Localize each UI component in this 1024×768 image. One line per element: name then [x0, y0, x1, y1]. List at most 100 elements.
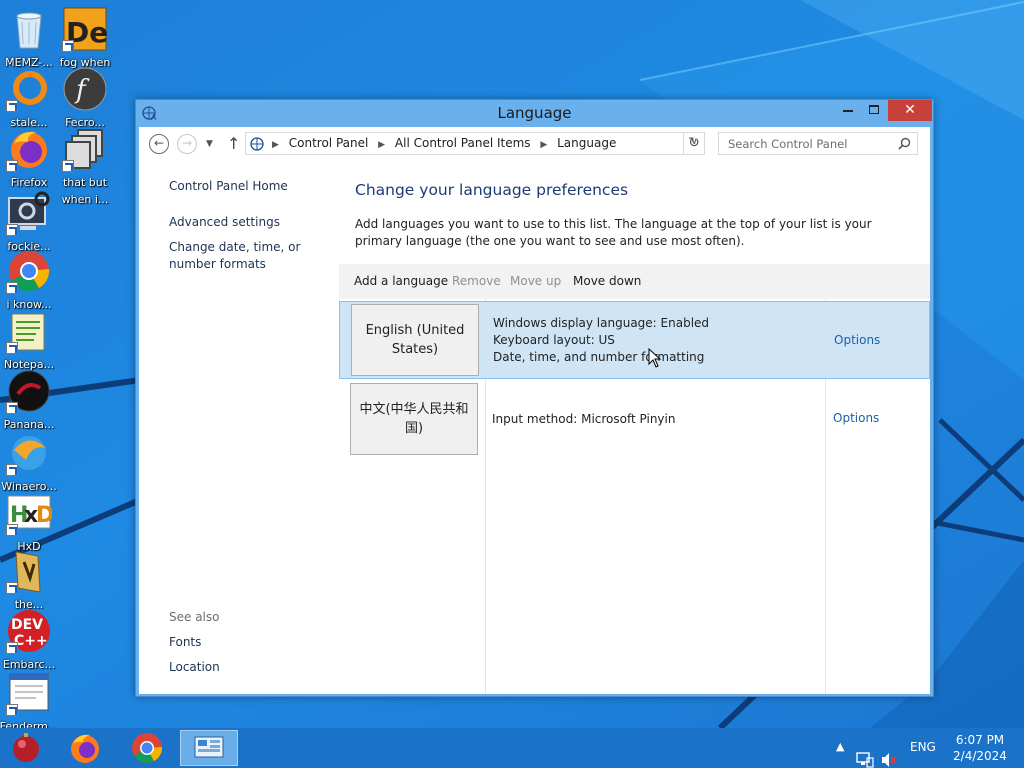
language-toolbar: Add a language Remove Move up Move down — [339, 264, 930, 299]
navigation-bar: ← → ▼ ↑ ▶ Control Panel ▶ All Control Pa… — [139, 127, 930, 161]
language-info-line: Keyboard layout: US — [493, 333, 615, 347]
breadcrumb-separator-icon: ▶ — [378, 140, 386, 150]
title-bar[interactable]: A Language ✕ — [136, 100, 933, 127]
flash-player-icon: f — [63, 67, 107, 111]
language-info: Input method: Microsoft Pinyin — [492, 411, 675, 428]
page-description: Add languages you want to use to this li… — [355, 217, 872, 248]
language-app-icon — [250, 137, 264, 151]
shortcut-arrow-icon — [6, 160, 18, 172]
close-button[interactable]: ✕ — [888, 100, 932, 121]
shortcut-arrow-icon — [6, 282, 18, 294]
desktop-icon-that-but[interactable]: that but when i... — [58, 124, 112, 206]
desktop-icon-panana[interactable]: Panana... — [2, 366, 56, 431]
language-info-line: Windows display language: Enabled — [493, 316, 710, 330]
taskbar-control-panel[interactable] — [180, 730, 238, 766]
desktop-icon-label: that but when i... — [61, 176, 109, 206]
language-name-button[interactable]: 中文(中华人民共和国) — [350, 383, 478, 455]
taskbar: ▲ ENG 6:07 PM 2/4/2024 — [0, 728, 1024, 768]
language-info-line: Date, time, and number formatting — [493, 350, 705, 364]
close-icon: ✕ — [904, 102, 916, 118]
desktop-icon-flash[interactable]: f Fecro... — [58, 64, 112, 129]
desktop-icon-notepad[interactable]: Notepa... — [2, 306, 56, 371]
fonts-link[interactable]: Fonts — [169, 634, 334, 651]
mouse-cursor-icon — [648, 348, 662, 368]
move-down-button[interactable]: Move down — [573, 274, 641, 288]
shortcut-arrow-icon — [6, 704, 18, 716]
recent-locations-dropdown-icon[interactable]: ▼ — [206, 139, 213, 149]
language-row-english[interactable]: English (United States) Windows display … — [339, 301, 930, 379]
breadcrumb: ▶ Control Panel ▶ All Control Panel Item… — [272, 133, 622, 154]
show-hidden-icons-button[interactable]: ▲ — [836, 740, 844, 768]
shortcut-arrow-icon — [6, 464, 18, 476]
breadcrumb-separator-icon: ▶ — [272, 140, 279, 150]
up-arrow-icon[interactable]: ↑ — [227, 134, 240, 153]
taskbar-firefox[interactable] — [62, 730, 108, 766]
start-button[interactable] — [4, 730, 50, 766]
search-icon[interactable] — [898, 137, 911, 150]
address-bar[interactable]: ▶ Control Panel ▶ All Control Panel Item… — [245, 132, 705, 155]
window-client: ← → ▼ ↑ ▶ Control Panel ▶ All Control Pa… — [139, 127, 930, 694]
shortcut-arrow-icon — [62, 40, 74, 52]
desktop-icon-document[interactable]: Fenderm... — [0, 668, 58, 728]
desktop-icon-chrome[interactable]: i know... — [2, 246, 56, 311]
desktop-icon-recycle-bin[interactable]: MEMZ-... — [2, 4, 56, 69]
control-panel-home-link[interactable]: Control Panel Home — [169, 178, 334, 195]
forward-arrow-icon: → — [181, 136, 193, 150]
breadcrumb-control-panel[interactable]: Control Panel — [289, 136, 369, 150]
desktop-icon-winamp[interactable]: the... — [2, 546, 56, 611]
left-pane: Control Panel Home Advanced settings Cha… — [139, 161, 339, 694]
search-input[interactable] — [719, 133, 895, 154]
search-box[interactable] — [718, 132, 918, 155]
svg-text:DEV: DEV — [11, 617, 43, 633]
shortcut-arrow-icon — [6, 100, 18, 112]
maximize-icon — [869, 105, 879, 114]
desktop-icon-firefox[interactable]: Firefox — [2, 124, 56, 189]
desktop-icon-stale[interactable]: stale... — [2, 64, 56, 129]
clock[interactable]: 6:07 PM 2/4/2024 — [940, 732, 1020, 764]
network-icon[interactable] — [856, 740, 874, 768]
recycle-bin-icon — [16, 12, 42, 49]
minimize-button[interactable] — [834, 100, 861, 121]
options-link[interactable]: Options — [833, 411, 879, 425]
taskbar-chrome[interactable] — [124, 730, 170, 766]
desktop-icon-hxd[interactable]: H x D HxD — [2, 488, 56, 553]
desktop-icon-dev-cpp[interactable]: DEV C++ Embarc... — [2, 606, 56, 671]
back-button[interactable]: ← — [149, 134, 169, 154]
main-content: Change your language preferences Add lan… — [339, 161, 930, 694]
start-orb-icon — [13, 733, 39, 762]
breadcrumb-separator-icon: ▶ — [540, 140, 548, 150]
language-name-button[interactable]: English (United States) — [351, 304, 479, 376]
move-up-button[interactable]: Move up — [510, 274, 561, 288]
advanced-settings-link[interactable]: Advanced settings — [169, 214, 334, 231]
volume-muted-icon[interactable] — [880, 740, 898, 768]
shortcut-arrow-icon — [6, 342, 18, 354]
control-panel-icon — [194, 736, 224, 758]
shortcut-arrow-icon — [6, 524, 18, 536]
svg-text:D: D — [36, 503, 52, 528]
add-language-button[interactable]: Add a language — [354, 274, 448, 288]
refresh-button[interactable]: ↻ — [683, 132, 705, 155]
desktop-icon-winaero[interactable]: Winaero... — [1, 428, 57, 493]
clock-time: 6:07 PM — [955, 733, 1005, 747]
desktop-icon-fog[interactable]: De fog when — [58, 4, 112, 69]
remove-button[interactable]: Remove — [452, 274, 501, 288]
shortcut-arrow-icon — [6, 642, 18, 654]
maximize-button[interactable] — [861, 100, 888, 121]
shortcut-arrow-icon — [62, 160, 74, 172]
forward-button[interactable]: → — [177, 134, 197, 154]
location-link[interactable]: Location — [169, 659, 334, 676]
window-title: Language — [497, 104, 572, 122]
minimize-icon — [843, 110, 853, 112]
clock-date: 2/4/2024 — [953, 749, 1007, 763]
language-row-chinese[interactable]: 中文(中华人民共和国) Input method: Microsoft Piny… — [339, 380, 930, 458]
input-language-indicator[interactable]: ENG — [910, 740, 936, 768]
language-window: A Language ✕ ← → ▼ ↑ ▶ Control Panel ▶ A — [135, 99, 934, 697]
desktop-icon-fockie[interactable]: fockie... — [2, 188, 56, 253]
options-link[interactable]: Options — [834, 333, 880, 347]
page-title: Change your language preferences — [355, 181, 629, 199]
svg-text:C++: C++ — [14, 633, 48, 649]
breadcrumb-language[interactable]: Language — [557, 136, 616, 150]
change-date-time-formats-link[interactable]: Change date, time, or number formats — [169, 239, 334, 273]
see-also-heading: See also — [169, 610, 220, 624]
breadcrumb-all-items[interactable]: All Control Panel Items — [395, 136, 531, 150]
